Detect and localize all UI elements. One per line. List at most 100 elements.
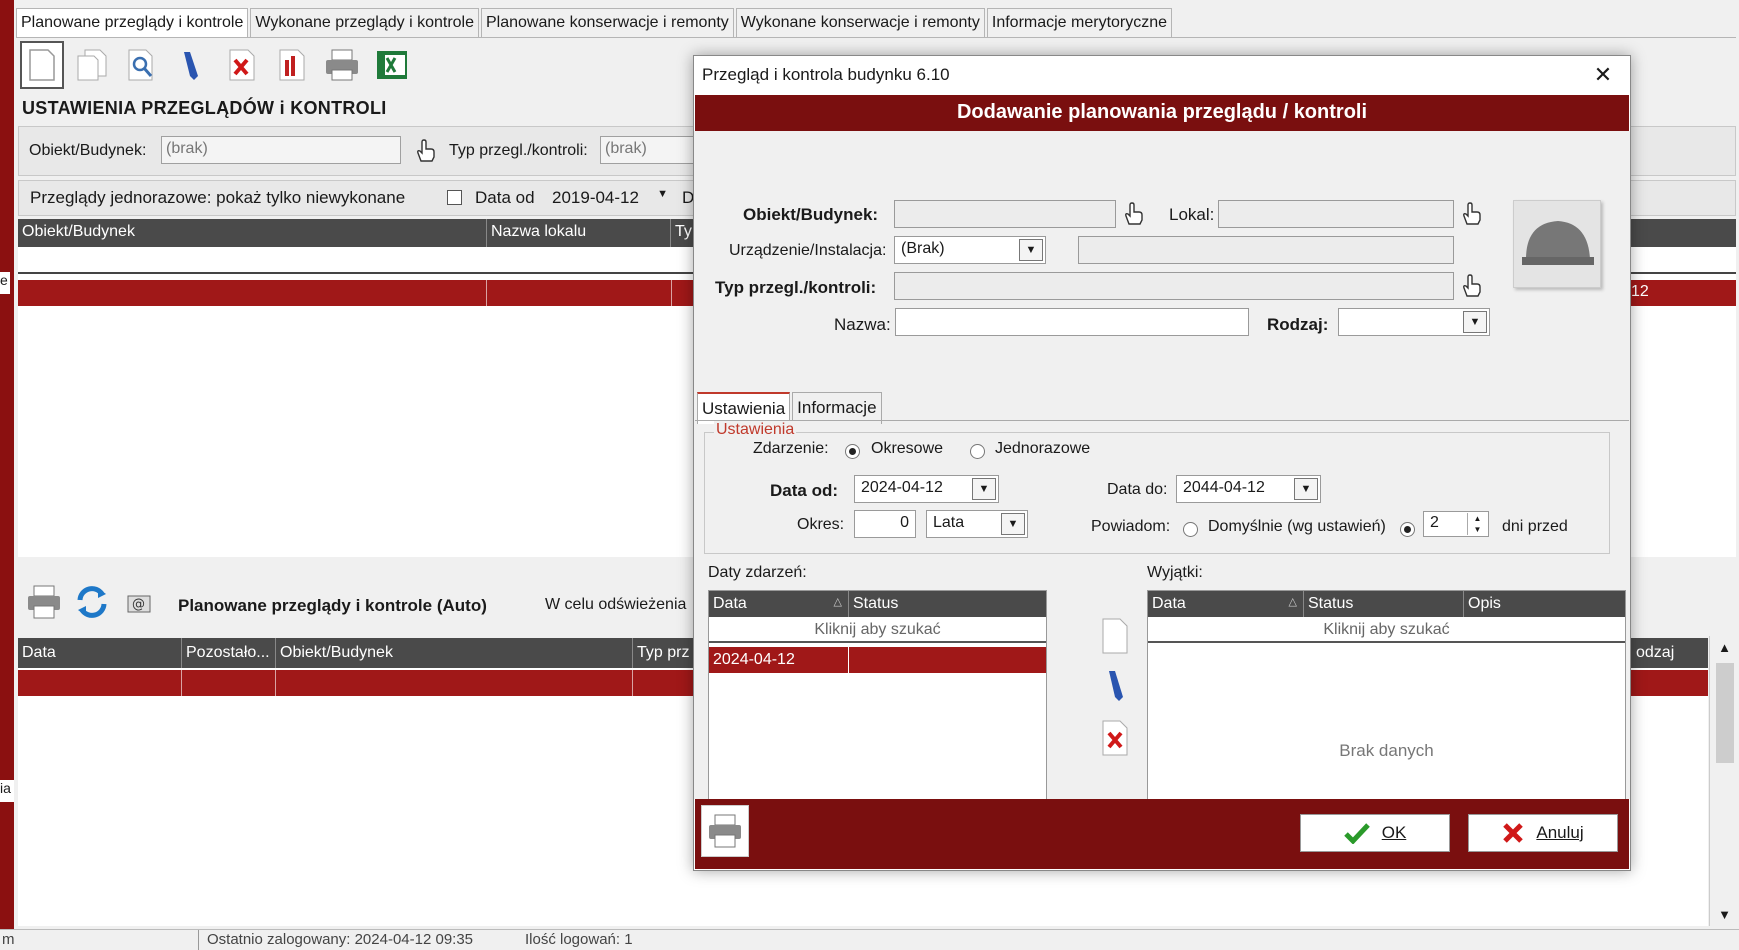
delete-button[interactable] xyxy=(220,41,264,89)
col-status[interactable]: Status xyxy=(849,591,1046,617)
excel-export-button[interactable] xyxy=(370,41,414,89)
tab-wykonane-przeglady[interactable]: Wykonane przeglądy i kontrole xyxy=(250,8,479,38)
report-button[interactable] xyxy=(270,41,314,89)
dni-spinner[interactable]: 2 ▲ ▼ xyxy=(1423,511,1489,537)
data-od-picker[interactable]: 2024-04-12 ▼ xyxy=(854,475,999,503)
chevron-down-icon[interactable]: ▼ xyxy=(1019,239,1043,261)
delete-icon xyxy=(1102,720,1128,756)
obiekt-filter-field[interactable]: (brak) xyxy=(161,136,401,164)
wyjatek-delete-button[interactable] xyxy=(1097,717,1133,759)
pencil-icon xyxy=(1109,671,1123,701)
col-pozostalo[interactable]: Pozostało... xyxy=(182,638,276,668)
hand-pointer-icon xyxy=(1125,202,1143,225)
lokal-label: Lokal: xyxy=(1169,205,1215,224)
okres-unit-combo[interactable]: Lata ▼ xyxy=(926,510,1028,538)
daty-row-data: 2024-04-12 xyxy=(709,647,849,673)
lokal-field[interactable] xyxy=(1218,200,1454,228)
checkmark-icon xyxy=(1343,823,1370,844)
typ-filter-label: Typ przegl./kontroli: xyxy=(449,142,588,159)
printer-icon xyxy=(28,585,60,619)
close-icon: ✕ xyxy=(1593,62,1613,87)
typ-select-button[interactable] xyxy=(1460,274,1482,303)
dni-radio[interactable] xyxy=(1400,521,1415,539)
typ-label: Typ przegl./kontroli: xyxy=(715,278,877,297)
chevron-down-icon[interactable]: ▼ xyxy=(657,188,668,200)
nazwa-field[interactable] xyxy=(895,308,1249,336)
col-obiekt[interactable]: Obiekt/Budynek xyxy=(276,638,633,668)
daty-row[interactable]: 2024-04-12 xyxy=(709,647,1046,673)
urzadzenie-detail-field[interactable] xyxy=(1078,236,1454,264)
chevron-down-icon[interactable]: ▼ xyxy=(1294,478,1318,500)
chevron-down-icon[interactable]: ▼ xyxy=(1001,513,1025,535)
col-data[interactable]: Data xyxy=(18,638,182,668)
col-opis[interactable]: Opis xyxy=(1464,591,1625,617)
data-od-value: 2024-04-12 xyxy=(861,479,943,496)
domyslnie-radio[interactable] xyxy=(1183,521,1198,539)
tab-wykonane-konserwacje[interactable]: Wykonane konserwacje i remonty xyxy=(735,8,985,38)
main-toolbar xyxy=(20,40,414,90)
copy-button[interactable] xyxy=(70,41,114,89)
rodzaj-label: Rodzaj: xyxy=(1267,315,1329,334)
tab-informacje-merytoryczne[interactable]: Informacje merytoryczne xyxy=(986,8,1173,38)
cancel-x-icon xyxy=(1503,823,1524,843)
lokal-select-button[interactable] xyxy=(1460,202,1482,231)
excel-icon xyxy=(377,51,407,79)
wyjatki-search-row[interactable]: Kliknij aby szukać xyxy=(1148,617,1625,643)
jednorazowe-checkbox[interactable] xyxy=(447,190,462,205)
jednorazowe-radio[interactable] xyxy=(970,443,985,461)
wyjatek-edit-button[interactable] xyxy=(1097,665,1133,707)
settings-group-title: Ustawienia xyxy=(714,421,797,439)
ok-label: OK xyxy=(1381,823,1407,842)
subtab-divider xyxy=(695,420,1629,421)
col-rodzaj[interactable]: odzaj xyxy=(1632,638,1708,668)
cancel-button[interactable]: Anuluj xyxy=(1468,814,1618,852)
tab-planowane-przeglady[interactable]: Planowane przeglądy i kontrole xyxy=(16,8,249,38)
col-nazwa-lokalu[interactable]: Nazwa lokalu xyxy=(487,219,671,247)
data-do-value: 2044-04-12 xyxy=(1183,479,1265,496)
helmet-picture xyxy=(1513,200,1601,288)
scroll-up-arrow-icon[interactable]: ▲ xyxy=(1710,640,1739,655)
dialog-print-button[interactable] xyxy=(701,805,749,857)
spinner-arrows-icon[interactable]: ▲ ▼ xyxy=(1467,513,1487,535)
wyjatek-add-button[interactable] xyxy=(1097,615,1133,657)
refresh-button[interactable] xyxy=(74,584,110,625)
rodzaj-combo[interactable]: ▼ xyxy=(1338,308,1490,336)
new-document-button[interactable] xyxy=(20,41,64,89)
data-od-filter-field[interactable]: 2019-04-12 ▼ xyxy=(548,184,674,212)
vertical-scrollbar[interactable]: ▲ ▼ xyxy=(1709,636,1739,926)
hand-pointer-icon xyxy=(1463,274,1481,297)
print-button[interactable] xyxy=(320,41,364,89)
tab-planowane-konserwacje[interactable]: Planowane konserwacje i remonty xyxy=(481,8,734,38)
scroll-thumb[interactable] xyxy=(1715,663,1734,763)
email-button[interactable]: @ xyxy=(126,590,154,619)
daty-search-row[interactable]: Kliknij aby szukać xyxy=(709,617,1046,643)
scroll-down-arrow-icon[interactable]: ▼ xyxy=(1710,907,1739,922)
auto-print-button[interactable] xyxy=(26,584,62,625)
okres-field[interactable]: 0 xyxy=(854,510,916,538)
powiadom-label: Powiadom: xyxy=(1091,518,1171,535)
okres-unit-value: Lata xyxy=(933,514,965,531)
delete-icon xyxy=(229,49,255,81)
preview-button[interactable] xyxy=(120,41,164,89)
urzadzenie-combo[interactable]: (Brak) ▼ xyxy=(894,236,1046,264)
ok-button[interactable]: OK xyxy=(1300,814,1450,852)
data-do-picker[interactable]: 2044-04-12 ▼ xyxy=(1176,475,1321,503)
chart-icon xyxy=(279,49,305,81)
hand-pointer-icon[interactable] xyxy=(414,139,436,168)
urzadzenie-value: (Brak) xyxy=(901,240,945,257)
col-obiekt[interactable]: Obiekt/Budynek xyxy=(18,219,487,247)
status-login-count: Ilość logowań: 1 xyxy=(525,931,633,948)
col-data[interactable]: Data △ xyxy=(1148,591,1304,617)
typ-filter-field[interactable]: (brak) xyxy=(600,136,694,164)
obiekt-select-button[interactable] xyxy=(1122,202,1144,231)
obiekt-field[interactable] xyxy=(894,200,1116,228)
okresowe-radio[interactable] xyxy=(845,443,860,461)
col-status[interactable]: Status xyxy=(1304,591,1464,617)
obiekt-label: Obiekt/Budynek: xyxy=(743,205,879,224)
chevron-down-icon[interactable]: ▼ xyxy=(972,478,996,500)
chevron-down-icon[interactable]: ▼ xyxy=(1463,311,1487,333)
col-data[interactable]: Data △ xyxy=(709,591,849,617)
close-button[interactable]: ✕ xyxy=(1588,60,1618,90)
edit-button[interactable] xyxy=(170,41,214,89)
typ-field[interactable] xyxy=(894,272,1454,300)
